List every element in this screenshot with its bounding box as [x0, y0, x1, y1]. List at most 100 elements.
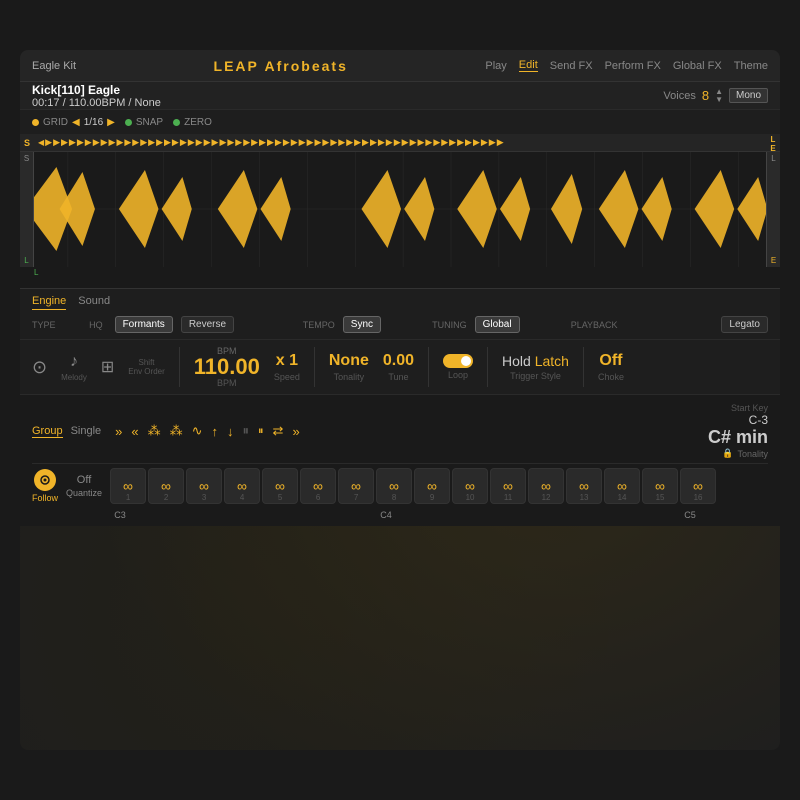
choke-value[interactable]: Off — [599, 352, 622, 370]
seq-skip[interactable]: » — [290, 424, 301, 439]
start-key-value[interactable]: C-3 — [749, 413, 768, 427]
formants-button[interactable]: Formants — [115, 316, 173, 333]
pad-6[interactable]: ∞ 6 — [300, 468, 336, 504]
pad-8[interactable]: ∞ 8 — [376, 468, 412, 504]
loop-label: Loop — [448, 370, 468, 380]
pad-14[interactable]: ∞ 14 — [604, 468, 640, 504]
voices-control: Voices 8 ▲ ▼ Mono — [663, 88, 768, 104]
tonality-key[interactable]: C# min — [708, 427, 768, 448]
app-title: LEAP Afrobeats — [214, 58, 348, 74]
grid-dot — [32, 119, 39, 126]
melody-icon[interactable]: ♪ — [70, 353, 78, 371]
engine-tab-engine[interactable]: Engine — [32, 295, 66, 310]
latch-label: Latch — [535, 353, 569, 369]
mono-button[interactable]: Mono — [729, 88, 768, 103]
circle-icon[interactable]: ⊙ — [32, 357, 47, 378]
sync-button[interactable]: Sync — [343, 316, 381, 333]
voices-label: Voices — [663, 90, 695, 102]
waveform-svg — [20, 152, 780, 267]
start-key-label: Start Key — [731, 403, 768, 413]
global-button[interactable]: Global — [475, 316, 520, 333]
pad-11[interactable]: ∞ 11 — [490, 468, 526, 504]
env-order-label: Env Order — [128, 367, 164, 376]
pad-2[interactable]: ∞ 2 — [148, 468, 184, 504]
engine-controls: TYPE HQ Formants Reverse TEMPO Sync TUNI… — [32, 316, 768, 333]
pad-13[interactable]: ∞ 13 — [566, 468, 602, 504]
group-tab-group[interactable]: Group — [32, 425, 63, 438]
hq-label: HQ — [89, 320, 103, 330]
speed-group: x 1 Speed — [274, 352, 300, 382]
pad-7[interactable]: ∞ 7 — [338, 468, 374, 504]
seq-pause2[interactable]: ⏸ — [256, 425, 266, 438]
quantize-group: Off Quantize — [66, 474, 102, 498]
zero-item: ZERO — [173, 117, 212, 128]
tab-sendfx[interactable]: Send FX — [550, 60, 593, 72]
pad-5[interactable]: ∞ 5 — [262, 468, 298, 504]
pad-1[interactable]: ∞ 1 — [110, 468, 146, 504]
speed-value[interactable]: x 1 — [276, 352, 298, 370]
engine-tab-sound[interactable]: Sound — [78, 295, 110, 310]
tonality-value[interactable]: None — [329, 352, 369, 370]
follow-button[interactable] — [34, 469, 56, 491]
playback-label: PLAYBACK — [571, 320, 618, 330]
divider-2 — [314, 347, 315, 387]
grid-bar: GRID ◀ 1/16 ▶ SNAP ZERO — [20, 110, 780, 134]
grid-next[interactable]: ▶ — [107, 117, 115, 128]
grid-value: 1/16 — [84, 117, 103, 128]
hold-latch-group: Hold Latch Trigger Style — [502, 353, 569, 381]
seq-wave[interactable]: ∿ — [190, 423, 205, 439]
pad-4[interactable]: ∞ 4 — [224, 468, 260, 504]
quantize-value[interactable]: Off — [77, 474, 91, 486]
tab-play[interactable]: Play — [485, 60, 506, 72]
seq-up[interactable]: ↑ — [210, 424, 221, 439]
seq-down[interactable]: ↓ — [225, 424, 236, 439]
type-label: TYPE — [32, 320, 56, 330]
tab-performfx[interactable]: Perform FX — [605, 60, 661, 72]
pad-10[interactable]: ∞ 10 — [452, 468, 488, 504]
seq-rewind[interactable]: « — [129, 424, 140, 439]
seq-fast-forward[interactable]: » — [113, 424, 124, 439]
seq-shuffle1[interactable]: ⁂ — [146, 423, 163, 439]
waveform-display[interactable]: S L — [20, 152, 780, 267]
reverse-button[interactable]: Reverse — [181, 316, 234, 333]
tonality-label: Tonality — [737, 449, 768, 459]
waveform-edge-left: S L — [20, 152, 34, 267]
zero-label: ZERO — [184, 117, 212, 128]
tempo-label: TEMPO — [303, 320, 335, 330]
quantize-label: Quantize — [66, 488, 102, 498]
tonality-lock: 🔒 Tonality — [722, 448, 768, 459]
snap-item: SNAP — [125, 117, 163, 128]
timeline: S ◀ ▶ ▶ ▶ ▶ ▶ ▶ ▶ ▶ ▶ ▶ ▶ ▶ ▶ — [20, 134, 780, 152]
voices-stepper[interactable]: ▲ ▼ — [715, 88, 723, 104]
bpm-value[interactable]: 110.00 — [194, 356, 260, 378]
snap-label: SNAP — [136, 117, 163, 128]
pad-3[interactable]: ∞ 3 — [186, 468, 222, 504]
tab-edit[interactable]: Edit — [519, 59, 538, 72]
follow-label: Follow — [32, 493, 58, 503]
tab-theme[interactable]: Theme — [734, 60, 768, 72]
tab-globalfx[interactable]: Global FX — [673, 60, 722, 72]
tune-value[interactable]: 0.00 — [383, 352, 414, 370]
grid-prev[interactable]: ◀ — [72, 117, 80, 128]
toggle-knob — [461, 356, 471, 366]
pad-12[interactable]: ∞ 12 — [528, 468, 564, 504]
engine-section: Engine Sound TYPE HQ Formants Reverse TE… — [20, 289, 780, 340]
tonality-group: None Tonality — [329, 352, 369, 382]
legato-button[interactable]: Legato — [721, 316, 768, 333]
preset-title: Afrobeats — [265, 58, 348, 74]
pad-9[interactable]: ∞ 9 — [414, 468, 450, 504]
choke-label: Choke — [598, 372, 624, 382]
tempo-group: BPM 110.00 BPM — [194, 346, 260, 388]
arrows-row: ◀ ▶ ▶ ▶ ▶ ▶ ▶ ▶ ▶ ▶ ▶ ▶ ▶ ▶ ▶ ▶ — [34, 134, 766, 152]
loop-toggle[interactable] — [443, 354, 473, 368]
waveform-bottom-label: L — [34, 268, 38, 277]
seq-shuffle2[interactable]: ⁂ — [168, 423, 185, 439]
group-tab-single[interactable]: Single — [71, 425, 102, 438]
grid-icon[interactable]: ⊞ — [101, 357, 114, 377]
seq-pause1[interactable]: ⏸ — [241, 423, 252, 439]
seq-arrows[interactable]: ⇄ — [271, 423, 286, 439]
pad-16[interactable]: ∞ 16 — [680, 468, 716, 504]
note-c3: C3 — [102, 510, 138, 520]
follow-icon-svg — [39, 474, 51, 486]
pad-15[interactable]: ∞ 15 — [642, 468, 678, 504]
